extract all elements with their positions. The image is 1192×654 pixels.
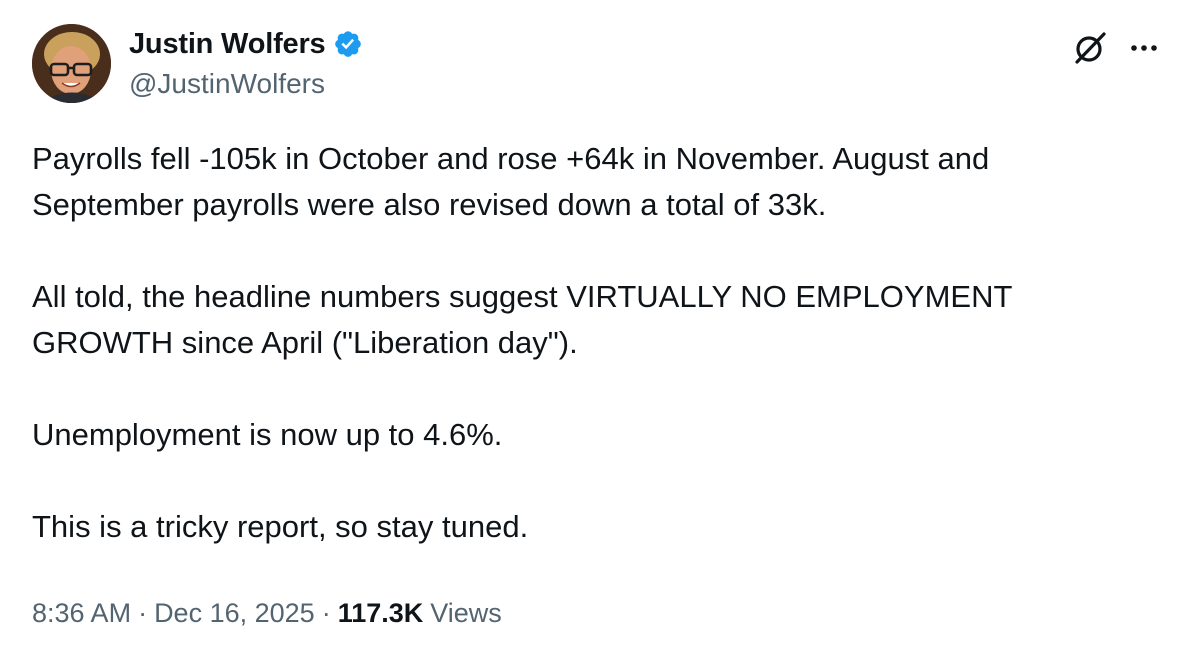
tweet-date[interactable]: Dec 16, 2025 xyxy=(154,598,315,629)
author-handle[interactable]: @JustinWolfers xyxy=(129,68,363,100)
avatar[interactable] xyxy=(32,24,111,103)
tweet-paragraph: All told, the headline numbers suggest V… xyxy=(32,279,1013,360)
tweet-paragraph: Payrolls fell -105k in October and rose … xyxy=(32,141,990,222)
views-label: Views xyxy=(430,598,502,628)
tweet-text: Payrolls fell -105k in October and rose … xyxy=(32,136,1152,550)
tweet-paragraph: Unemployment is now up to 4.6%. xyxy=(32,417,503,452)
name-row: Justin Wolfers xyxy=(129,26,363,62)
tweet-paragraph: This is a tricky report, so stay tuned. xyxy=(32,509,529,544)
verified-badge-icon[interactable] xyxy=(333,29,363,59)
author-block: Justin Wolfers @JustinWolfers xyxy=(129,26,363,100)
tweet-time[interactable]: 8:36 AM xyxy=(32,598,131,629)
grok-icon[interactable] xyxy=(1070,28,1110,68)
more-options-icon[interactable] xyxy=(1124,28,1164,68)
author-display-name[interactable]: Justin Wolfers xyxy=(129,28,326,61)
tweet-meta: 8:36 AM · Dec 16, 2025 · 117.3K Views xyxy=(32,598,502,629)
meta-separator: · xyxy=(321,598,331,628)
avatar-photo-icon xyxy=(32,24,111,103)
tweet-card: Justin Wolfers @JustinWolfers Payrolls f… xyxy=(0,0,1192,654)
views-count[interactable]: 117.3K xyxy=(338,598,424,629)
meta-separator: · xyxy=(138,598,148,628)
